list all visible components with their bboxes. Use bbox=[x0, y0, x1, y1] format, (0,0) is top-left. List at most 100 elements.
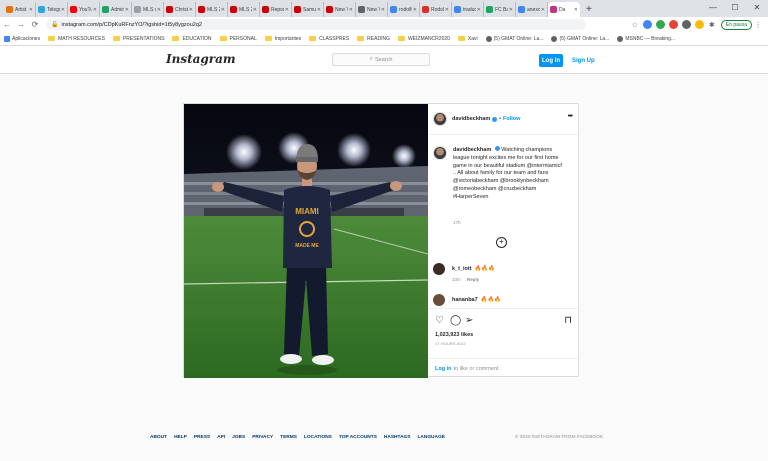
browser-tab[interactable]: MLS 20✕ bbox=[228, 2, 260, 17]
menu-kebab-icon[interactable]: ⋮ bbox=[752, 21, 764, 29]
close-tab-icon[interactable]: ✕ bbox=[157, 7, 161, 13]
browser-tab[interactable]: Artist ✕ bbox=[4, 2, 36, 17]
bookmark-item[interactable]: PRESENTATIONS bbox=[112, 36, 164, 42]
close-tab-icon[interactable]: ✕ bbox=[445, 7, 449, 13]
instagram-logo[interactable]: Instagram bbox=[166, 52, 236, 66]
close-tab-icon[interactable]: ✕ bbox=[221, 7, 225, 13]
footer-link[interactable]: PRIVACY bbox=[252, 435, 273, 440]
author-username[interactable]: davidbeckham bbox=[452, 116, 490, 122]
bookmark-item[interactable]: MATH RESOURCES bbox=[48, 36, 105, 42]
close-tab-icon[interactable]: ✕ bbox=[189, 7, 193, 13]
browser-tab[interactable]: Christi ✕ bbox=[164, 2, 196, 17]
new-tab-button[interactable]: + bbox=[580, 2, 598, 17]
close-tab-icon[interactable]: ✕ bbox=[285, 7, 289, 13]
close-tab-icon[interactable]: ✕ bbox=[349, 7, 353, 13]
share-icon[interactable]: ➢ bbox=[465, 316, 480, 326]
bookmark-item[interactable]: Xavi bbox=[457, 36, 478, 42]
likes-count[interactable]: 1,023,923 likes bbox=[435, 332, 473, 338]
star-icon[interactable]: ☆ bbox=[629, 21, 641, 29]
browser-tab[interactable]: rodolfo✕ bbox=[388, 2, 420, 17]
footer-link[interactable]: PRESS bbox=[194, 435, 210, 440]
browser-tab[interactable]: New Yo✕ bbox=[324, 2, 356, 17]
close-tab-icon[interactable]: ✕ bbox=[574, 7, 578, 13]
extension-icon[interactable] bbox=[642, 20, 652, 29]
close-window-button[interactable]: ✕ bbox=[746, 0, 768, 17]
bookmark-item[interactable]: READING bbox=[357, 36, 390, 42]
extension-icon[interactable] bbox=[668, 20, 678, 29]
close-tab-icon[interactable]: ✕ bbox=[93, 7, 97, 13]
bookmark-icon[interactable]: ⊓ bbox=[564, 316, 572, 326]
signup-link[interactable]: Sign Up bbox=[572, 54, 595, 67]
comment-user[interactable]: k_t_iott bbox=[452, 266, 472, 272]
more-options-icon[interactable]: ••• bbox=[568, 113, 573, 120]
footer-link[interactable]: HASHTAGS bbox=[384, 435, 411, 440]
browser-tab[interactable]: Samuel✕ bbox=[292, 2, 324, 17]
footer-link[interactable]: LOCATIONS bbox=[304, 435, 332, 440]
bookmark-item[interactable]: Aplicaciones bbox=[4, 35, 40, 42]
footer-link[interactable]: TERMS bbox=[280, 435, 297, 440]
bookmark-item[interactable]: PERSONAL bbox=[219, 36, 257, 42]
back-icon[interactable]: ← bbox=[0, 20, 14, 29]
browser-tab[interactable]: FC Baye✕ bbox=[484, 2, 516, 17]
comment-icon[interactable]: ◯ bbox=[450, 316, 465, 326]
avatar[interactable] bbox=[433, 263, 445, 275]
footer-link[interactable]: ABOUT bbox=[150, 435, 167, 440]
close-tab-icon[interactable]: ✕ bbox=[477, 7, 481, 13]
bookmark-item[interactable]: (5) GMAT Online: La... bbox=[551, 35, 609, 42]
bookmark-item[interactable]: EDUCATION bbox=[172, 36, 212, 42]
browser-tab[interactable]: anexo ✕ bbox=[516, 2, 548, 17]
footer-link[interactable]: API bbox=[217, 435, 225, 440]
browser-tab[interactable]: Admin ✕ bbox=[100, 2, 132, 17]
bookmark-item[interactable]: WEIZMANCR2020 bbox=[397, 36, 450, 42]
browser-tab[interactable]: YouTub✕ bbox=[68, 2, 100, 17]
extension-icon[interactable] bbox=[681, 20, 691, 29]
close-tab-icon[interactable]: ✕ bbox=[125, 7, 129, 13]
avatar[interactable] bbox=[433, 112, 447, 126]
bookmark-item[interactable]: Importantes bbox=[264, 36, 301, 42]
follow-button[interactable]: Follow bbox=[503, 116, 520, 122]
extension-icon[interactable] bbox=[655, 20, 665, 29]
footer-link[interactable]: LANGUAGE bbox=[417, 435, 444, 440]
browser-tab[interactable]: traduct✕ bbox=[452, 2, 484, 17]
browser-tab[interactable]: Da ✕ bbox=[548, 2, 580, 17]
avatar[interactable] bbox=[433, 146, 447, 160]
browser-tab[interactable]: Telegra✕ bbox=[36, 2, 68, 17]
browser-tab[interactable]: MLS ar✕ bbox=[132, 2, 164, 17]
login-button[interactable]: Log In bbox=[539, 54, 563, 67]
extension-icon[interactable] bbox=[694, 20, 704, 29]
close-tab-icon[interactable]: ✕ bbox=[509, 7, 513, 13]
close-tab-icon[interactable]: ✕ bbox=[29, 7, 33, 13]
browser-tab[interactable]: MLS 20✕ bbox=[196, 2, 228, 17]
minimize-button[interactable]: — bbox=[702, 0, 724, 17]
puzzle-icon[interactable]: ✱ bbox=[706, 21, 718, 29]
reply-button[interactable]: Reply bbox=[467, 277, 479, 282]
address-bar[interactable]: 🔒 instagram.com/p/CDpKuRFnzYO/?igshid=1t… bbox=[46, 19, 586, 30]
maximize-button[interactable]: ☐ bbox=[724, 0, 746, 17]
profile-paused-button[interactable]: En pausa bbox=[720, 19, 752, 30]
bookmark-item[interactable]: CLASSPRES bbox=[309, 36, 349, 42]
forward-icon[interactable]: → bbox=[14, 20, 28, 29]
close-tab-icon[interactable]: ✕ bbox=[317, 7, 321, 13]
login-link[interactable]: Log in bbox=[435, 366, 452, 372]
search-input[interactable]: ⌕ Search bbox=[332, 53, 430, 66]
reload-icon[interactable]: ⟳ bbox=[28, 20, 42, 29]
comment-user[interactable]: hananba7 bbox=[452, 297, 478, 303]
close-tab-icon[interactable]: ✕ bbox=[413, 7, 417, 13]
avatar[interactable] bbox=[433, 294, 445, 306]
close-tab-icon[interactable]: ✕ bbox=[253, 7, 257, 13]
browser-tab[interactable]: New Yo✕ bbox=[356, 2, 388, 17]
caption-author[interactable]: davidbeckham bbox=[453, 147, 491, 153]
footer-link[interactable]: JOBS bbox=[232, 435, 245, 440]
footer-link[interactable]: TOP ACCOUNTS bbox=[339, 435, 377, 440]
bookmark-item[interactable]: (5) GMAT Online: La... bbox=[485, 35, 543, 42]
browser-tab[interactable]: Rodolfo✕ bbox=[420, 2, 452, 17]
footer-link[interactable]: HELP bbox=[174, 435, 187, 440]
close-tab-icon[interactable]: ✕ bbox=[541, 7, 545, 13]
browser-tab[interactable]: Report✕ bbox=[260, 2, 292, 17]
post-photo[interactable]: MIAMI MADE ME bbox=[184, 104, 428, 378]
bookmark-item[interactable]: MSNBC — Breaking... bbox=[617, 35, 675, 42]
close-tab-icon[interactable]: ✕ bbox=[381, 7, 385, 13]
heart-icon[interactable]: ♡ bbox=[435, 316, 450, 326]
close-tab-icon[interactable]: ✕ bbox=[61, 7, 65, 13]
load-more-comments-button[interactable]: + bbox=[496, 237, 507, 248]
